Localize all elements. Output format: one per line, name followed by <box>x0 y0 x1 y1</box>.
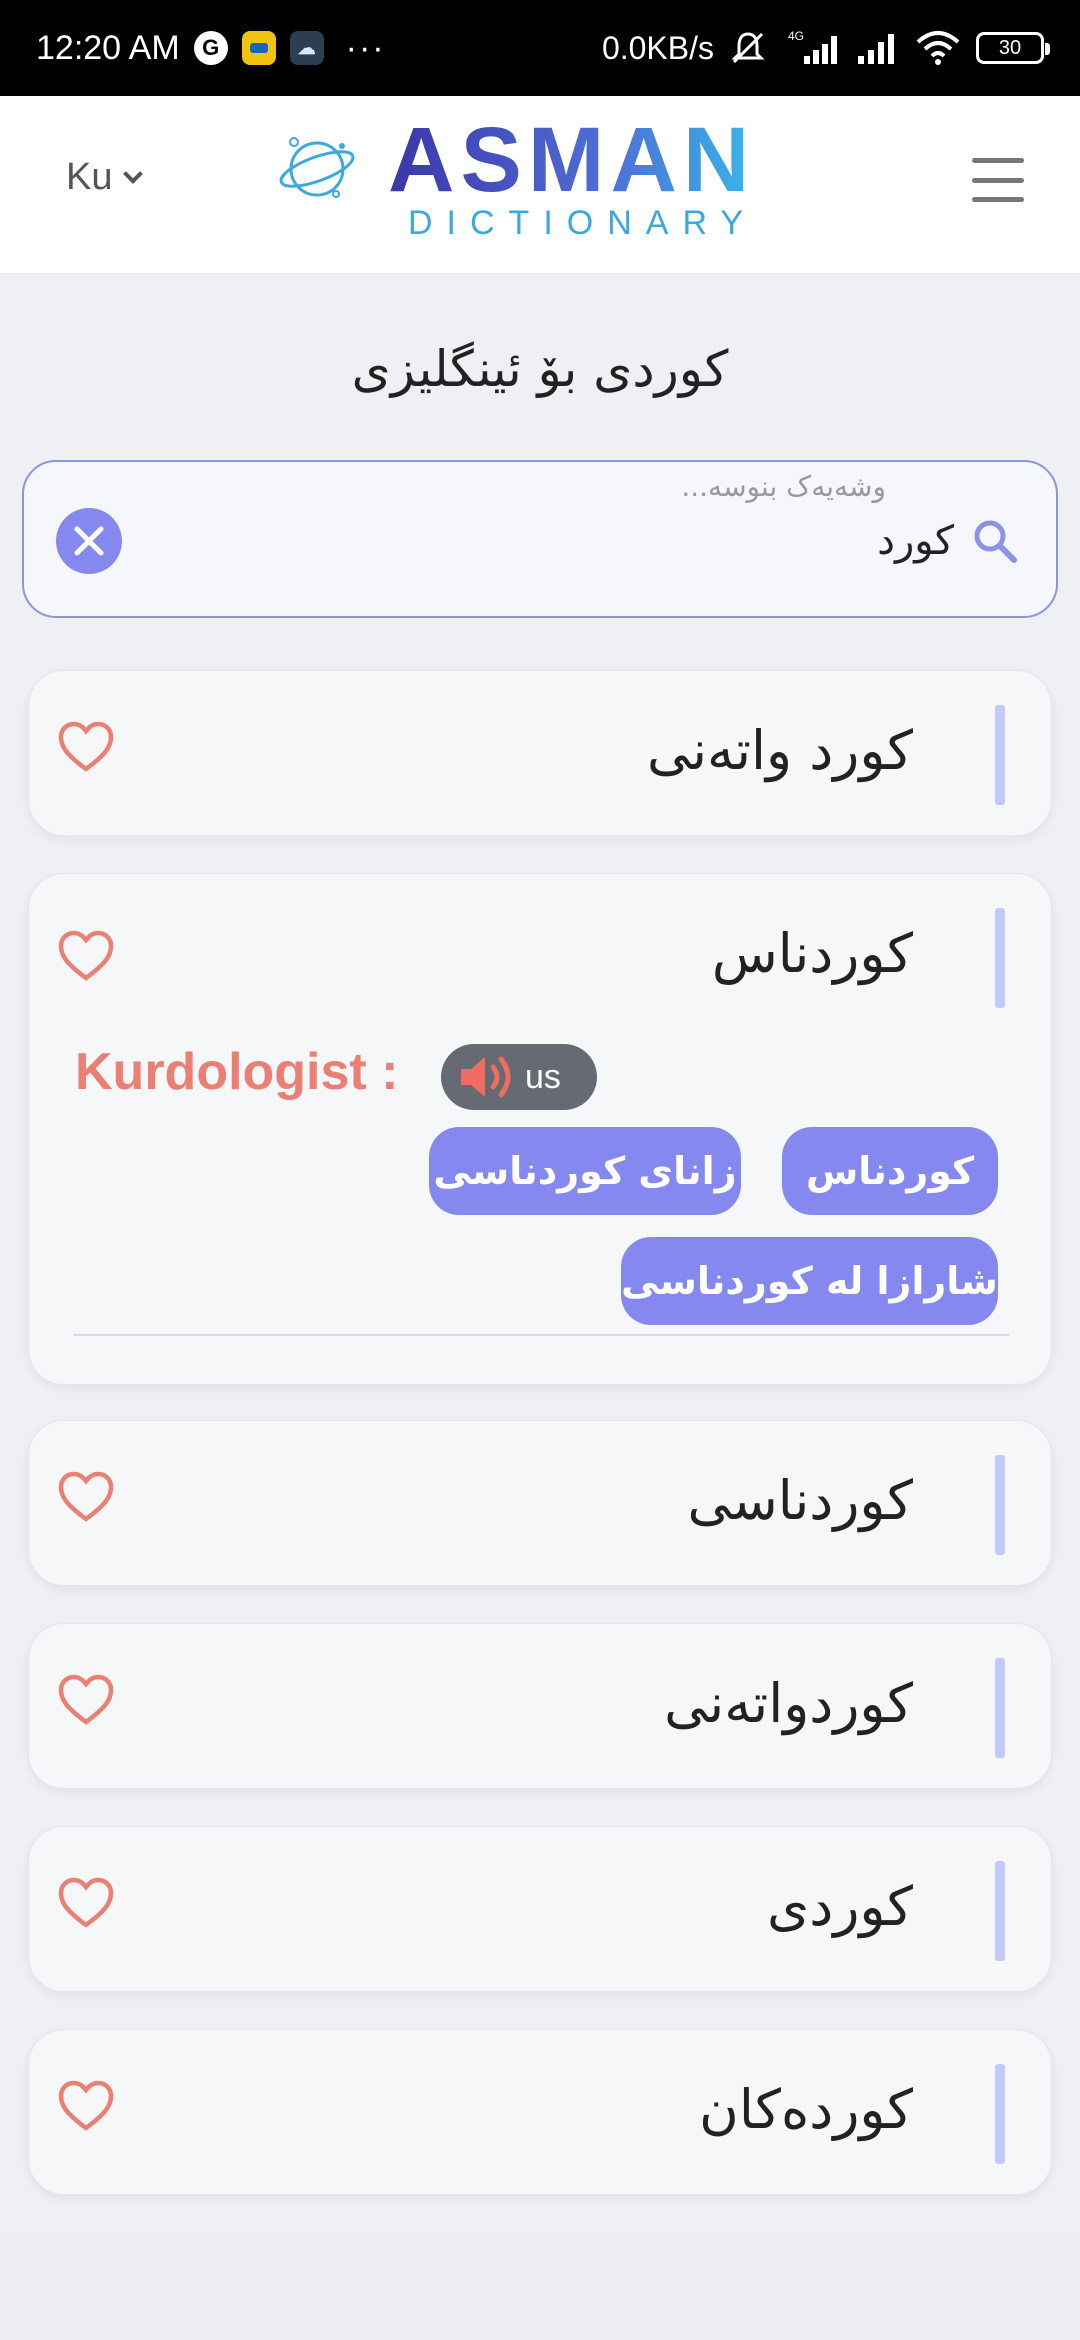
result-word[interactable]: کورد واتەنی <box>647 719 913 782</box>
signal-icon <box>858 34 894 64</box>
weather-app-icon: ☁ <box>289 31 324 65</box>
synonym-chip[interactable]: شارازا لە کوردناسی <box>621 1237 998 1325</box>
result-word[interactable]: کوردەکان <box>699 2078 913 2141</box>
card-accent-bar <box>995 908 1005 1008</box>
search-icon[interactable] <box>970 516 1020 566</box>
card-accent-bar <box>995 1455 1005 1555</box>
more-notifications-icon: ··· <box>345 28 386 67</box>
card-accent-bar <box>995 1861 1005 1961</box>
app-header: Ku ASMAN DICTIONARY <box>0 96 1080 274</box>
result-word[interactable]: کوردناسی <box>688 1469 913 1532</box>
pronunciation-button[interactable]: us <box>441 1044 597 1110</box>
result-card[interactable]: کوردی <box>28 1826 1052 1992</box>
hamburger-menu-icon[interactable] <box>972 158 1024 202</box>
result-word[interactable]: کوردناس <box>712 922 913 985</box>
close-icon <box>74 526 104 556</box>
result-card[interactable]: کوردەکان <box>28 2029 1052 2195</box>
wifi-icon <box>916 31 960 65</box>
result-card-expanded[interactable]: کوردناس Kurdologist : us کوردناس زانای ک… <box>28 873 1052 1385</box>
result-card[interactable]: کوردناسی <box>28 1420 1052 1586</box>
synonym-chip[interactable]: کوردناس <box>782 1127 998 1215</box>
network-type-label: 4G <box>788 29 804 43</box>
search-box[interactable]: وشەیەک بنوسە... کورد <box>22 460 1058 618</box>
notification-app-icon <box>241 31 276 65</box>
result-word[interactable]: کوردواتەنی <box>664 1672 913 1735</box>
chevron-down-icon <box>123 163 144 184</box>
search-placeholder: وشەیەک بنوسە... <box>681 470 886 503</box>
favorite-heart-icon[interactable] <box>57 930 115 982</box>
signal-4g-icon: 4G <box>788 29 837 64</box>
google-icon: G <box>193 31 228 65</box>
accent-label: us <box>525 1057 561 1096</box>
favorite-heart-icon[interactable] <box>57 721 115 773</box>
card-accent-bar <box>995 1658 1005 1758</box>
card-accent-bar <box>995 2064 1005 2164</box>
translation-text: Kurdologist : <box>75 1043 399 1101</box>
mute-icon <box>731 32 765 64</box>
synonym-chip[interactable]: زانای کوردناسی <box>429 1127 741 1215</box>
favorite-heart-icon[interactable] <box>57 1877 115 1929</box>
speaker-icon <box>461 1056 511 1098</box>
page-title: کوردی بۆ ئینگلیزی <box>351 340 729 398</box>
planet-logo-icon <box>279 137 355 198</box>
app-logo[interactable]: ASMAN DICTIONARY <box>276 108 796 258</box>
language-selector[interactable]: Ku <box>66 156 144 199</box>
result-card[interactable]: کورد واتەنی <box>28 670 1052 836</box>
logo-subtitle: DICTIONARY <box>408 204 758 242</box>
result-word[interactable]: کوردی <box>767 1875 913 1938</box>
status-time: 12:20 AM <box>36 28 180 67</box>
favorite-heart-icon[interactable] <box>57 1674 115 1726</box>
logo-title: ASMAN <box>388 109 756 211</box>
search-input[interactable]: کورد <box>877 518 954 564</box>
favorite-heart-icon[interactable] <box>57 2080 115 2132</box>
network-speed: 0.0KB/s <box>601 29 714 66</box>
card-accent-bar <box>995 705 1005 805</box>
favorite-heart-icon[interactable] <box>57 1471 115 1523</box>
status-bar: 12:20 AM G ☁ ··· 0.0KB/s 4G 30 <box>0 0 1080 96</box>
divider <box>73 1334 1009 1336</box>
clear-search-button[interactable] <box>56 508 122 574</box>
page-bottom-area <box>0 2234 1080 2340</box>
result-card[interactable]: کوردواتەنی <box>28 1623 1052 1789</box>
battery-level: 30 <box>998 36 1022 59</box>
language-label: Ku <box>66 156 113 198</box>
battery-icon: 30 <box>976 32 1050 64</box>
